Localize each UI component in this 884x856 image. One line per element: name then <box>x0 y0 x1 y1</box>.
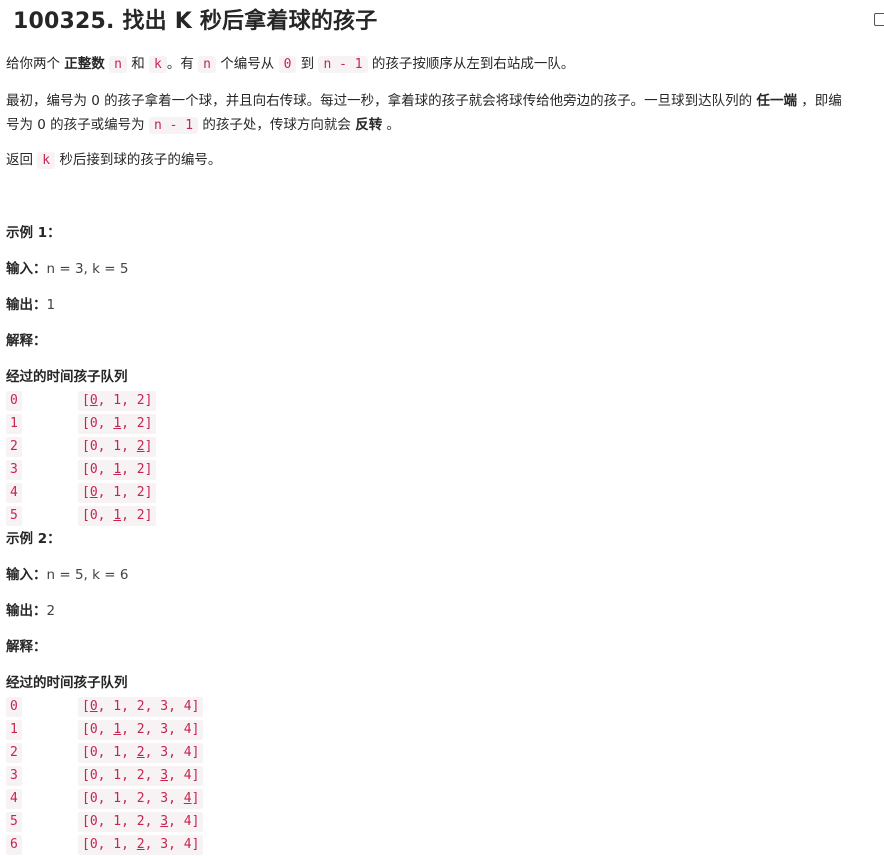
text: 返回 <box>6 152 38 168</box>
inline-code: n <box>109 56 127 73</box>
title-row: 100325. 找出 K 秒后拿着球的孩子 <box>6 0 884 38</box>
time-cell: 2 <box>6 437 22 457</box>
queue-cell: [0, 1, 2] <box>78 460 157 480</box>
queue-cell: [0, 1, 2, 3, 4] <box>78 766 204 786</box>
checkbox[interactable] <box>874 13 884 26</box>
example-output: 输出：1 <box>6 293 878 317</box>
time-cell: 1 <box>6 414 22 434</box>
example-input: 输入：n = 3, k = 5 <box>6 257 878 281</box>
queue-cell: [0, 1, 2] <box>78 414 157 434</box>
queue-cell: [0, 1, 2, 3, 4] <box>78 697 204 717</box>
queue-cell: [0, 1, 2, 3, 4] <box>78 720 204 740</box>
text: 给你两个 <box>6 56 65 72</box>
queue-cell: [0, 1, 2] <box>78 391 157 411</box>
table-row: 5 [0, 1, 2, 3, 4] <box>6 810 878 833</box>
table-row: 1 [0, 1, 2] <box>6 412 878 435</box>
table-row: 2 [0, 1, 2] <box>6 435 878 458</box>
inline-code: k <box>149 56 167 73</box>
queue-cell: [0, 1, 2] <box>78 506 157 526</box>
time-cell: 5 <box>6 506 22 526</box>
input-label: 输入： <box>6 567 47 583</box>
problem-page: 100325. 找出 K 秒后拿着球的孩子 给你两个 正整数 n 和 k 。有 n… <box>0 0 884 856</box>
description-para-2: 最初，编号为 0 的孩子拿着一个球，并且向右传球。每过一秒，拿着球的孩子就会将球… <box>6 89 878 138</box>
output-value: 1 <box>46 297 56 313</box>
bold-text: 正整数 <box>64 56 105 72</box>
text: 个编号从 <box>215 56 279 72</box>
text: 最初，编号为 0 的孩子拿着一个球，并且向右传球。每过一秒，拿着球的孩子就会将球… <box>6 93 757 109</box>
text: 到 <box>296 56 319 72</box>
description-para-3: 返回 k 秒后接到球的孩子的编号。 <box>6 148 878 173</box>
explain-label: 解释： <box>6 333 47 349</box>
example-output: 输出：2 <box>6 599 878 623</box>
table-row: 1 [0, 1, 2, 3, 4] <box>6 718 878 741</box>
example-input: 输入：n = 5, k = 6 <box>6 563 878 587</box>
text: 。 <box>382 117 400 133</box>
time-cell: 0 <box>6 697 22 717</box>
time-cell: 1 <box>6 720 22 740</box>
text: 号为 0 的孩子或编号为 <box>6 117 149 133</box>
input-label: 输入： <box>6 261 47 277</box>
inline-code: n - 1 <box>318 56 368 73</box>
timeline-table: 0 [0, 1, 2] 1 [0, 1, 2] 2 [0, 1, 2] 3 [0… <box>6 389 878 527</box>
table-row: 4 [0, 1, 2] <box>6 481 878 504</box>
text: ，即编 <box>796 93 842 109</box>
example-2: 示例 2： 输入：n = 5, k = 6 输出：2 解释： 经过的时间孩子队列… <box>6 527 878 856</box>
text: 的孩子处，传球方向就会 <box>198 117 356 133</box>
table-row: 6 [0, 1, 2, 3, 4] <box>6 833 878 856</box>
bold-text: 反转 <box>355 117 383 133</box>
explain-label: 解释： <box>6 639 47 655</box>
problem-title: 100325. 找出 K 秒后拿着球的孩子 <box>13 9 378 34</box>
text: 。有 <box>166 56 199 72</box>
bold-text: 任一端 <box>756 93 797 109</box>
time-cell: 4 <box>6 483 22 503</box>
queue-cell: [0, 1, 2, 3, 4] <box>78 789 204 809</box>
inline-code: 0 <box>278 56 297 73</box>
text: 的孩子按顺序从左到右站成一队。 <box>367 56 575 72</box>
output-label: 输出： <box>6 297 47 313</box>
queue-cell: [0, 1, 2, 3, 4] <box>78 812 204 832</box>
time-cell: 2 <box>6 743 22 763</box>
time-cell: 3 <box>6 460 22 480</box>
output-value: 2 <box>46 603 56 619</box>
output-label: 输出： <box>6 603 47 619</box>
inline-code: n <box>198 56 216 73</box>
queue-cell: [0, 1, 2] <box>78 437 157 457</box>
table-row: 3 [0, 1, 2] <box>6 458 878 481</box>
example-heading: 示例 2： <box>6 531 61 547</box>
time-cell: 0 <box>6 391 22 411</box>
inline-code: n - 1 <box>148 117 199 134</box>
time-cell: 6 <box>6 835 22 855</box>
example-heading: 示例 1： <box>6 225 61 241</box>
table-row: 4 [0, 1, 2, 3, 4] <box>6 787 878 810</box>
table-header: 经过的时间孩子队列 <box>6 675 128 691</box>
input-value: n = 5, k = 6 <box>46 567 129 583</box>
text: 秒后接到球的孩子的编号。 <box>55 152 222 168</box>
time-cell: 3 <box>6 766 22 786</box>
timeline-table: 0 [0, 1, 2, 3, 4] 1 [0, 1, 2, 3, 4] 2 [0… <box>6 695 878 856</box>
time-cell: 4 <box>6 789 22 809</box>
queue-cell: [0, 1, 2, 3, 4] <box>78 835 204 855</box>
inline-code: k <box>37 152 56 169</box>
table-row: 5 [0, 1, 2] <box>6 504 878 527</box>
text: 和 <box>131 56 150 72</box>
description-para-1: 给你两个 正整数 n 和 k 。有 n 个编号从 0 到 n - 1 的孩子按顺序… <box>6 52 878 77</box>
queue-cell: [0, 1, 2] <box>78 483 157 503</box>
example-1: 示例 1： 输入：n = 3, k = 5 输出：1 解释： 经过的时间孩子队列… <box>6 221 878 527</box>
table-row: 3 [0, 1, 2, 3, 4] <box>6 764 878 787</box>
table-row: 0 [0, 1, 2, 3, 4] <box>6 695 878 718</box>
table-row: 2 [0, 1, 2, 3, 4] <box>6 741 878 764</box>
table-row: 0 [0, 1, 2] <box>6 389 878 412</box>
table-header: 经过的时间孩子队列 <box>6 369 128 385</box>
queue-cell: [0, 1, 2, 3, 4] <box>78 743 204 763</box>
input-value: n = 3, k = 5 <box>46 261 129 277</box>
time-cell: 5 <box>6 812 22 832</box>
